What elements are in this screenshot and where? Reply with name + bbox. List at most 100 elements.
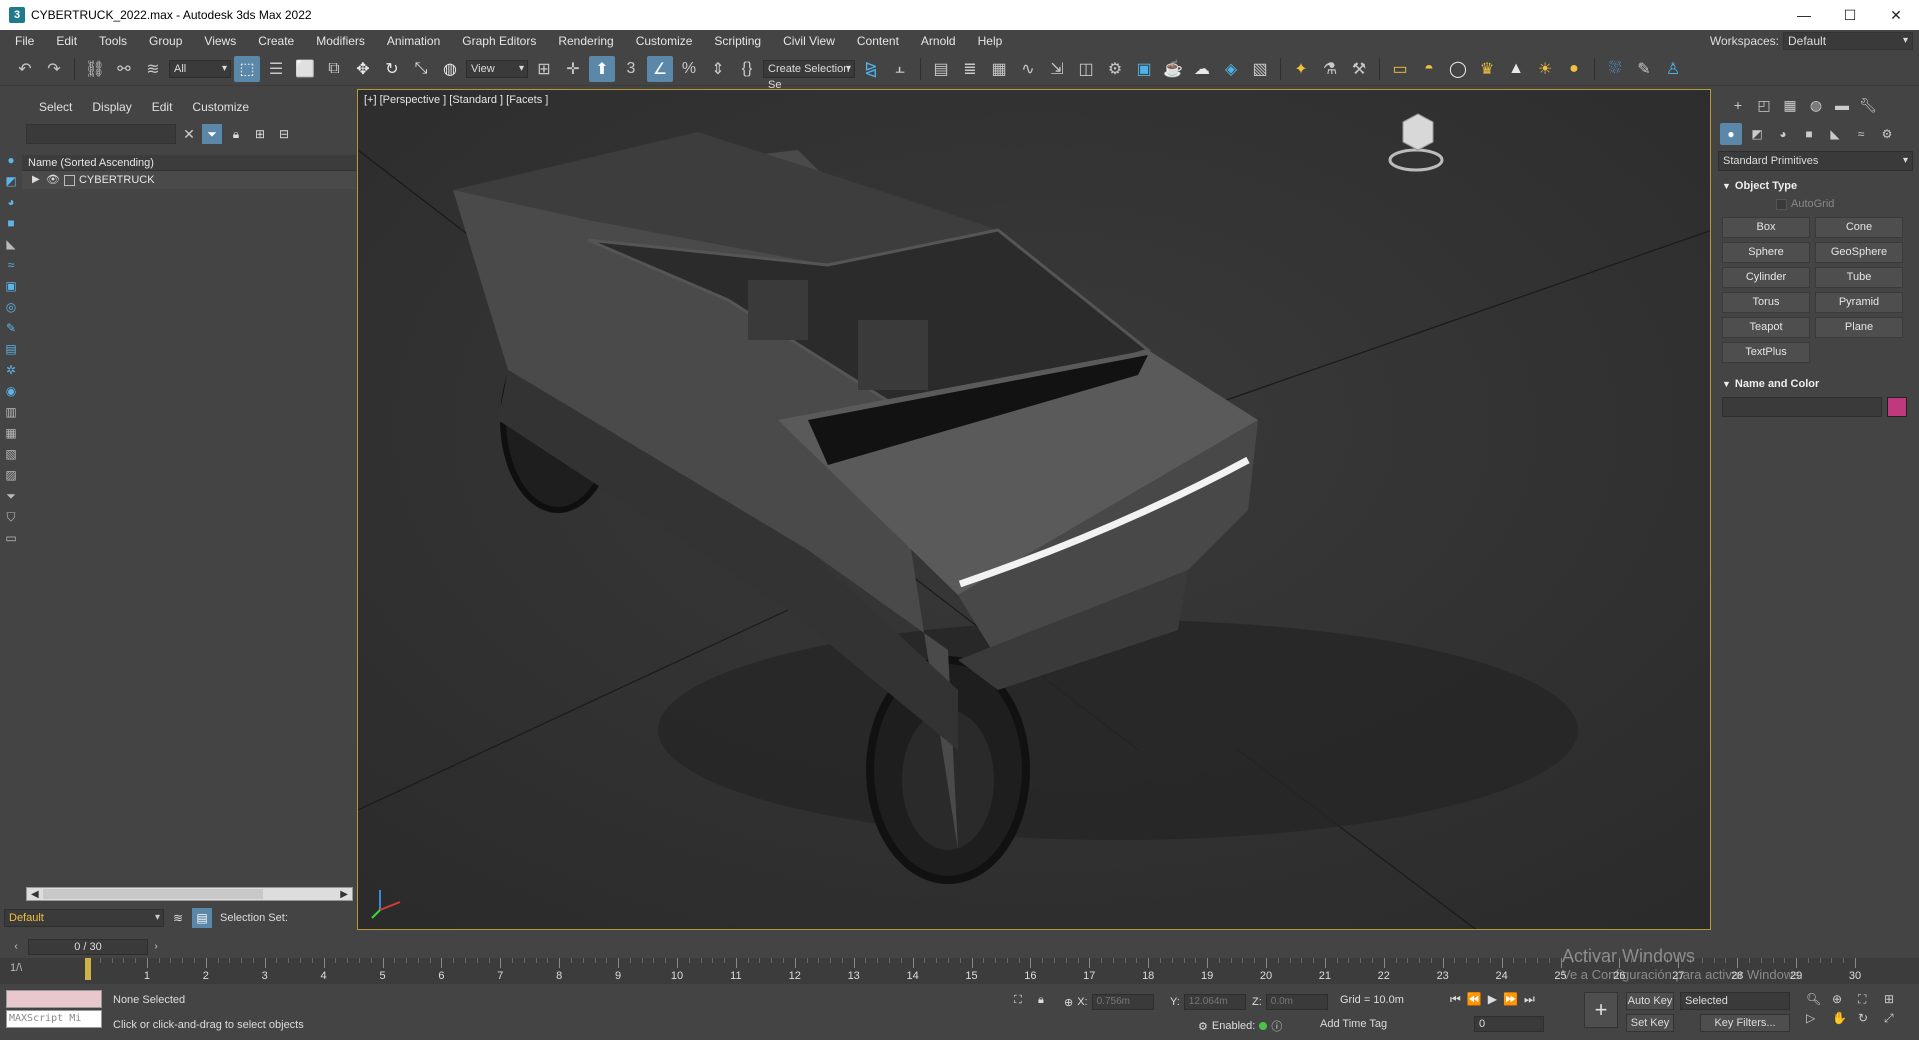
- tube-button[interactable]: Tube: [1815, 267, 1903, 288]
- next-frame-icon[interactable]: ⏩: [1503, 992, 1518, 1007]
- explorer-menu-customize[interactable]: Customize: [182, 100, 259, 114]
- display-cameras-icon[interactable]: ■: [2, 214, 20, 232]
- menu-modifiers[interactable]: Modifiers: [305, 30, 376, 52]
- spinner-snap-icon[interactable]: ⇕: [705, 56, 731, 82]
- display-xrefs-icon[interactable]: ◎: [2, 298, 20, 316]
- zoom-icon[interactable]: 🔍︎: [1806, 992, 1828, 1007]
- display-none-icon[interactable]: ▧: [2, 445, 20, 463]
- display-groups-icon[interactable]: ▣: [2, 277, 20, 295]
- orbit-icon[interactable]: ↻: [1858, 1011, 1880, 1026]
- zoom-extents-icon[interactable]: ⛶: [1858, 992, 1880, 1007]
- workspace-dropdown[interactable]: Default: [1783, 32, 1913, 50]
- physical-sky-icon[interactable]: ◯: [1445, 56, 1471, 82]
- explorer-menu-display[interactable]: Display: [82, 100, 141, 114]
- maxscript-mini-listener[interactable]: MAXScript Mi: [6, 1010, 102, 1028]
- systems-category-icon[interactable]: ⚙: [1876, 123, 1898, 145]
- zoom-extents-all-icon[interactable]: ⊞: [1884, 992, 1906, 1007]
- menu-scripting[interactable]: Scripting: [703, 30, 772, 52]
- reference-coordinate-dropdown[interactable]: View: [466, 59, 528, 78]
- textplus-button[interactable]: TextPlus: [1722, 342, 1810, 363]
- checkbox-box[interactable]: [1776, 198, 1787, 210]
- create-tab-icon[interactable]: +: [1728, 95, 1748, 115]
- previous-frame-icon[interactable]: ⏪: [1467, 992, 1482, 1007]
- filter-icon[interactable]: ⏷: [2, 487, 20, 505]
- isolate-selection-icon[interactable]: ⛶: [1014, 994, 1022, 1007]
- pan-icon[interactable]: ✋: [1832, 1011, 1854, 1026]
- menu-customize[interactable]: Customize: [625, 30, 704, 52]
- menu-help[interactable]: Help: [967, 30, 1014, 52]
- maxscript-listener-output[interactable]: [6, 990, 102, 1008]
- display-particles-icon[interactable]: ✲: [2, 361, 20, 379]
- window-crossing-icon[interactable]: ⧉: [321, 56, 347, 82]
- visibility-eye-icon[interactable]: 👁︎: [46, 171, 60, 189]
- curve-editor-icon[interactable]: ∿: [1015, 56, 1041, 82]
- snaps-toggle-icon[interactable]: 3: [618, 56, 644, 82]
- display-tab-icon[interactable]: ▬: [1832, 95, 1852, 115]
- time-cursor[interactable]: [85, 958, 91, 980]
- lights-category-icon[interactable]: ◕: [1772, 123, 1794, 145]
- scroll-left-icon[interactable]: ◀: [31, 889, 39, 900]
- absolute-mode-icon[interactable]: ⊕: [1064, 996, 1073, 1009]
- mesh-light-icon[interactable]: ▲: [1503, 56, 1529, 82]
- key-filters-button[interactable]: Key Filters...: [1700, 1014, 1790, 1032]
- select-by-name-icon[interactable]: ☰: [263, 56, 289, 82]
- select-object-icon[interactable]: ⬚: [234, 55, 260, 82]
- keyboard-shortcut-override-icon[interactable]: ⬆: [589, 55, 615, 82]
- menu-edit[interactable]: Edit: [45, 30, 88, 52]
- explorer-horizontal-scrollbar[interactable]: ◀ ▶: [26, 887, 353, 901]
- move-icon[interactable]: ✥: [350, 56, 376, 82]
- arnold-proxy-icon[interactable]: ♙: [1660, 56, 1686, 82]
- folder-icon[interactable]: ▭: [2, 529, 20, 547]
- display-space-warps-icon[interactable]: ≈: [2, 256, 20, 274]
- menu-group[interactable]: Group: [138, 30, 193, 52]
- info-icon[interactable]: ⓘ: [1271, 1018, 1282, 1034]
- sphere-button[interactable]: Sphere: [1722, 242, 1810, 263]
- x-field[interactable]: 0.756m: [1091, 994, 1154, 1010]
- geometry-category-icon[interactable]: ●: [1720, 123, 1742, 145]
- adaptive-degradation-icon[interactable]: ⚙: [1198, 1020, 1208, 1033]
- explorer-search-input[interactable]: [26, 124, 176, 144]
- menu-create[interactable]: Create: [247, 30, 305, 52]
- toggle-scene-explorer-icon[interactable]: ▤: [928, 56, 954, 82]
- y-field[interactable]: 12.064m: [1183, 994, 1246, 1010]
- redo-icon[interactable]: ↷: [41, 56, 67, 82]
- spacewarps-category-icon[interactable]: ≈: [1850, 123, 1872, 145]
- layer-hierarchy-icon[interactable]: ⊟: [274, 124, 294, 144]
- current-frame-field[interactable]: 0: [1474, 1016, 1544, 1032]
- render-shortcuts-icon[interactable]: ▧: [1247, 56, 1273, 82]
- display-lights-icon[interactable]: ◕: [2, 193, 20, 211]
- arnold-light-icon[interactable]: ✦: [1288, 56, 1314, 82]
- percent-snap-icon[interactable]: %: [676, 56, 702, 82]
- arnold-render-view-icon[interactable]: ✎: [1631, 56, 1657, 82]
- schematic-view-icon[interactable]: ⇲: [1044, 56, 1070, 82]
- add-time-tag[interactable]: Add Time Tag: [1320, 1018, 1387, 1030]
- selection-lock-icon[interactable]: 🔒︎: [1038, 994, 1044, 1007]
- go-to-end-icon[interactable]: ⏭: [1524, 992, 1535, 1007]
- filter-toggle-icon[interactable]: ⏷: [202, 124, 222, 144]
- close-button[interactable]: ✕: [1873, 0, 1919, 30]
- display-geometry-icon[interactable]: ●: [2, 151, 20, 169]
- select-manipulate-icon[interactable]: ✛: [560, 56, 586, 82]
- display-invert-icon[interactable]: ▨: [2, 466, 20, 484]
- pyramid-button[interactable]: Pyramid: [1815, 292, 1903, 313]
- primitive-category-dropdown[interactable]: Standard Primitives: [1718, 151, 1913, 171]
- rendered-frame-window-icon[interactable]: ▣: [1131, 56, 1157, 82]
- scale-icon[interactable]: ⤡: [408, 56, 434, 82]
- bind-space-warp-icon[interactable]: ≋: [140, 56, 166, 82]
- minimize-button[interactable]: —: [1781, 0, 1827, 30]
- curve-editor-toggle[interactable]: 1/\: [10, 962, 22, 974]
- name-color-rollout[interactable]: ▼ Name and Color: [1718, 375, 1913, 393]
- render-arnold-icon[interactable]: ◈: [1218, 56, 1244, 82]
- set-key-button[interactable]: Set Key: [1626, 1014, 1674, 1032]
- expand-triangle-icon[interactable]: ▶: [32, 171, 42, 189]
- lock-icon[interactable]: 🔒︎: [226, 124, 246, 144]
- point-light-icon[interactable]: ●: [1561, 56, 1587, 82]
- go-to-start-icon[interactable]: ⏮: [1450, 992, 1461, 1007]
- menu-graph-editors[interactable]: Graph Editors: [451, 30, 547, 52]
- named-selection-sets-dropdown[interactable]: Create Selection Se: [763, 59, 855, 91]
- area-light-icon[interactable]: ▭: [1387, 56, 1413, 82]
- time-slider-prev-icon[interactable]: ‹: [8, 939, 24, 955]
- menu-rendering[interactable]: Rendering: [547, 30, 624, 52]
- play-icon[interactable]: ▶: [1488, 992, 1497, 1007]
- menu-animation[interactable]: Animation: [376, 30, 451, 52]
